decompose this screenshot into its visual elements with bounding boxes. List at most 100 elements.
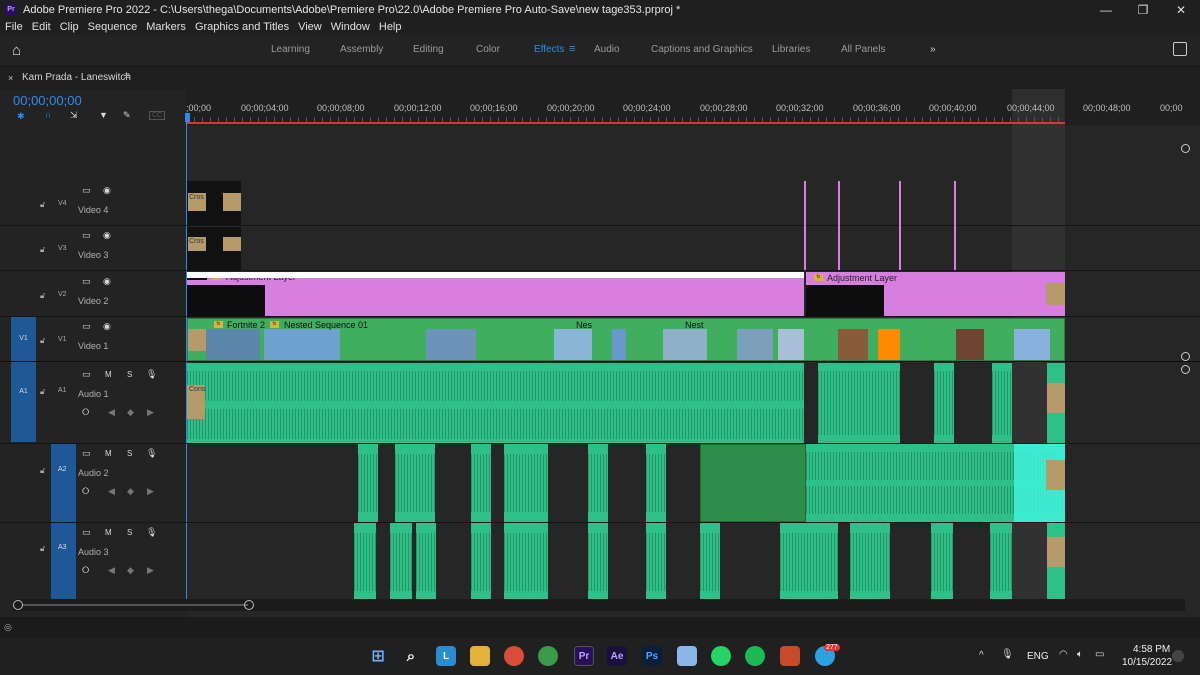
audio-clip[interactable] <box>1047 363 1065 443</box>
audio-clip[interactable] <box>700 523 720 599</box>
lock-icon[interactable]: 🔓︎ <box>40 387 45 397</box>
source-target-v1[interactable]: V1 <box>11 317 36 361</box>
ws-effects[interactable]: Effects <box>534 44 564 55</box>
prev-keyframe-icon[interactable]: ◀ <box>108 565 115 576</box>
eye-icon[interactable]: ◉ <box>103 321 111 332</box>
home-icon[interactable]: ⌂ <box>12 42 21 59</box>
audio-clip[interactable] <box>588 444 608 522</box>
notification-icon[interactable] <box>1172 650 1184 662</box>
wrench-icon[interactable]: ✎ <box>123 110 131 121</box>
lock-icon[interactable]: 🔓︎ <box>40 336 45 346</box>
adjustment-layer-clip[interactable]: fx Adjustment Layer <box>187 272 804 316</box>
sequence-tab[interactable]: Kam Prada - Laneswitch <box>22 72 131 83</box>
audio-clip[interactable] <box>700 444 806 522</box>
marker-icon[interactable]: ▼ <box>99 110 108 120</box>
close-icon[interactable]: ✕ <box>1162 0 1200 19</box>
film-icon[interactable]: ▭ <box>82 321 91 332</box>
clock-date[interactable]: 10/15/2022 <box>1122 657 1172 668</box>
tray-chevron-icon[interactable]: ^ <box>979 650 984 661</box>
audio-clip[interactable] <box>504 444 548 522</box>
battery-icon[interactable]: ▭ <box>1095 649 1104 660</box>
transition-clip[interactable]: Cros <box>187 227 241 270</box>
xbox-icon[interactable] <box>538 646 558 666</box>
panel-menu-icon[interactable]: ≡ <box>124 71 130 82</box>
premiere-taskbar-icon[interactable]: Pr <box>574 646 594 666</box>
spotify-icon[interactable] <box>745 646 765 666</box>
ws-learning[interactable]: Learning <box>271 44 310 55</box>
volume-knob-icon[interactable]: ⭘ <box>82 565 89 576</box>
magnet-icon[interactable]: ∩ <box>45 110 51 120</box>
audio-clip[interactable] <box>992 363 1012 443</box>
tray-mic-icon[interactable]: 🎙︎ <box>1001 649 1014 660</box>
prev-keyframe-icon[interactable]: ◀ <box>108 407 115 418</box>
lock-icon[interactable]: 🔓︎ <box>40 544 45 554</box>
render-status-icon[interactable]: ◎ <box>4 622 12 633</box>
transition-clip[interactable]: Cros <box>187 181 241 225</box>
mute-button[interactable]: M <box>105 370 112 379</box>
vertical-zoom-handle[interactable] <box>1181 365 1190 374</box>
language-indicator[interactable]: ENG <box>1027 651 1049 662</box>
audio-clip[interactable] <box>354 523 376 599</box>
film-icon[interactable]: ▭ <box>82 230 91 241</box>
more-workspaces-icon[interactable]: » <box>930 44 936 55</box>
ws-libraries[interactable]: Libraries <box>772 44 810 55</box>
wifi-icon[interactable]: ◠ <box>1059 649 1068 660</box>
vertical-zoom-handle[interactable] <box>1181 352 1190 361</box>
add-keyframe-icon[interactable]: ◆ <box>127 486 134 497</box>
audio-clip[interactable] <box>471 523 491 599</box>
next-keyframe-icon[interactable]: ▶ <box>147 407 154 418</box>
solo-button[interactable]: S <box>127 370 132 379</box>
chrome-icon[interactable] <box>504 646 524 666</box>
audio-clip[interactable] <box>934 363 954 443</box>
microphone-icon[interactable]: 🎙︎ <box>146 369 157 380</box>
ws-audio[interactable]: Audio <box>594 44 620 55</box>
eye-icon[interactable]: ◉ <box>103 276 111 287</box>
photos-icon[interactable] <box>677 646 697 666</box>
sync-lock-icon[interactable]: ▭ <box>82 369 91 380</box>
playhead-timecode[interactable]: 00;00;00;00 <box>13 93 82 108</box>
workspace-menu-icon[interactable]: ≡ <box>569 43 575 55</box>
solo-button[interactable]: S <box>127 449 132 458</box>
photoshop-icon[interactable]: Ps <box>642 646 662 666</box>
audio-clip[interactable] <box>358 444 378 522</box>
app-l-icon[interactable]: L <box>436 646 456 666</box>
audio-clip[interactable] <box>588 523 608 599</box>
menu-graphics[interactable]: Graphics and Titles <box>190 21 293 33</box>
horizontal-scrollbar[interactable] <box>13 599 1185 611</box>
close-tab-icon[interactable]: × <box>8 73 13 83</box>
lock-icon[interactable]: 🔓︎ <box>40 291 45 301</box>
volume-knob-icon[interactable]: ⭘ <box>82 407 89 418</box>
next-keyframe-icon[interactable]: ▶ <box>147 565 154 576</box>
prev-keyframe-icon[interactable]: ◀ <box>108 486 115 497</box>
audio-clip[interactable] <box>931 523 953 599</box>
microphone-icon[interactable]: 🎙︎ <box>146 448 157 459</box>
ws-editing[interactable]: Editing <box>413 44 444 55</box>
ws-assembly[interactable]: Assembly <box>340 44 383 55</box>
playhead-handle[interactable] <box>185 113 190 122</box>
film-icon[interactable]: ▭ <box>82 276 91 287</box>
clock-time[interactable]: 4:58 PM <box>1133 644 1170 655</box>
audio-clip[interactable] <box>780 523 838 599</box>
audio-clip[interactable] <box>646 444 666 522</box>
sync-lock-icon[interactable]: ▭ <box>82 527 91 538</box>
volume-knob-icon[interactable]: ⭘ <box>82 486 89 497</box>
winrar-icon[interactable] <box>780 646 800 666</box>
file-explorer-icon[interactable] <box>470 646 490 666</box>
lock-icon[interactable]: 🔓︎ <box>40 200 45 210</box>
vertical-zoom-handle[interactable] <box>1181 144 1190 153</box>
audio-clip[interactable] <box>1047 523 1065 599</box>
volume-icon[interactable]: 🔈︎ <box>1077 649 1083 660</box>
mute-button[interactable]: M <box>105 449 112 458</box>
mute-button[interactable]: M <box>105 528 112 537</box>
menu-markers[interactable]: Markers <box>141 21 190 33</box>
audio-clip[interactable] <box>806 444 1065 522</box>
snap-icon[interactable]: ✱ <box>17 111 25 122</box>
source-target-a1[interactable]: A1 <box>11 362 36 442</box>
adjustment-layer-clip[interactable]: fx Adjustment Layer <box>806 272 1065 316</box>
add-keyframe-icon[interactable]: ◆ <box>127 565 134 576</box>
audio-clip[interactable]: Cons <box>187 363 804 443</box>
microphone-icon[interactable]: 🎙︎ <box>146 527 157 538</box>
whatsapp-icon[interactable] <box>711 646 731 666</box>
restore-icon[interactable]: ❐ <box>1124 0 1162 19</box>
add-keyframe-icon[interactable]: ◆ <box>127 407 134 418</box>
